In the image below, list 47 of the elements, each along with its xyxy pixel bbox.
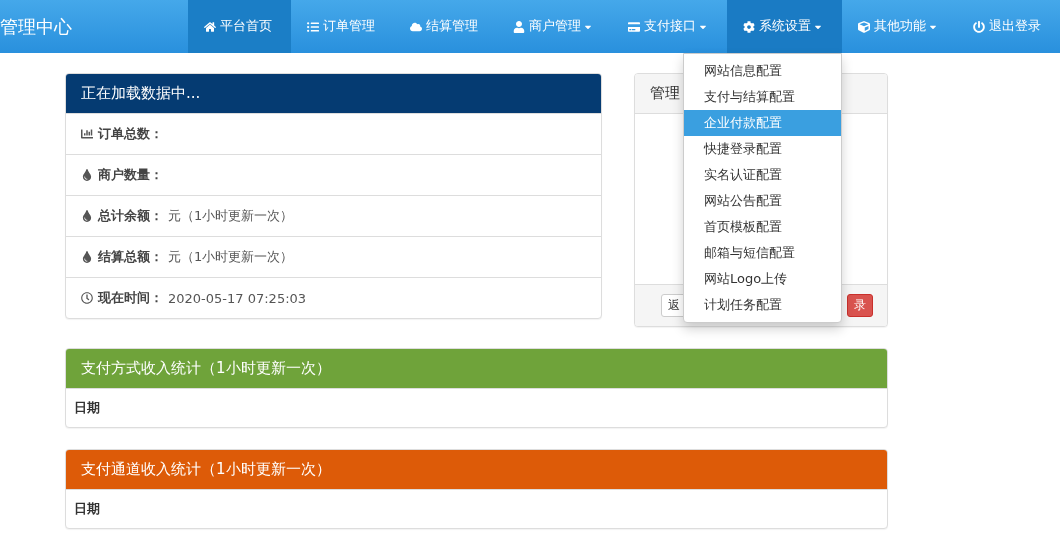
cloud-icon xyxy=(410,20,422,33)
credit-card-icon xyxy=(628,20,640,33)
nav-item[interactable]: 平台首页 xyxy=(188,0,291,53)
stat-label: 总计余额： xyxy=(98,207,163,225)
power-icon xyxy=(973,20,985,33)
menu-item[interactable]: 快捷登录配置 xyxy=(684,136,841,162)
cube-icon xyxy=(858,20,870,33)
nav-label: 其他功能 xyxy=(874,18,926,35)
menu-item[interactable]: 网站公告配置 xyxy=(684,188,841,214)
bar-chart-icon xyxy=(81,128,93,140)
drop-icon xyxy=(81,251,93,263)
panel-title: 支付通道收入统计（1小时更新一次） xyxy=(66,450,887,489)
stat-value: 2020-05-17 07:25:03 xyxy=(168,290,307,306)
menu-item[interactable]: 实名认证配置 xyxy=(684,162,841,188)
nav-label: 支付接口 xyxy=(644,18,696,35)
panel-title: 正在加载数据中... xyxy=(66,74,602,113)
menu-item[interactable]: 计划任务配置 xyxy=(684,292,841,318)
menu-item[interactable]: 支付与结算配置 xyxy=(684,84,841,110)
nav-label: 系统设置 xyxy=(759,18,811,35)
drop-icon xyxy=(81,169,93,181)
stat-label: 现在时间： xyxy=(98,289,163,307)
nav-label: 结算管理 xyxy=(426,18,478,35)
drop-icon xyxy=(81,210,93,222)
nav-label: 退出登录 xyxy=(989,18,1041,35)
stat-value: 元（1小时更新一次） xyxy=(168,248,294,266)
stat-label: 订单总数： xyxy=(98,125,163,143)
stat-value: 元（1小时更新一次） xyxy=(168,207,294,225)
stat-label: 商户数量： xyxy=(98,166,163,184)
nav-label: 订单管理 xyxy=(323,18,375,35)
list-icon xyxy=(307,20,319,33)
menu-item[interactable]: 首页模板配置 xyxy=(684,214,841,240)
settings-icon xyxy=(743,20,755,33)
clock-icon xyxy=(81,292,93,304)
brand-title: 管理中心 xyxy=(0,14,73,39)
nav-label: 平台首页 xyxy=(220,18,272,35)
nav-item[interactable]: 系统设置 xyxy=(727,0,842,53)
menu-item[interactable]: 邮箱与短信配置 xyxy=(684,240,841,266)
menu-item[interactable]: 网站信息配置 xyxy=(684,58,841,84)
nav-label: 商户管理 xyxy=(529,18,581,35)
column-header: 日期 xyxy=(66,489,887,528)
stat-label: 结算总额： xyxy=(98,248,163,266)
home-icon xyxy=(204,20,216,33)
column-header: 日期 xyxy=(66,388,887,427)
danger-button[interactable]: 录 xyxy=(847,294,874,317)
user-icon xyxy=(513,20,525,33)
panel-title: 支付方式收入统计（1小时更新一次） xyxy=(66,349,887,388)
menu-item[interactable]: 网站Logo上传 xyxy=(684,266,841,292)
